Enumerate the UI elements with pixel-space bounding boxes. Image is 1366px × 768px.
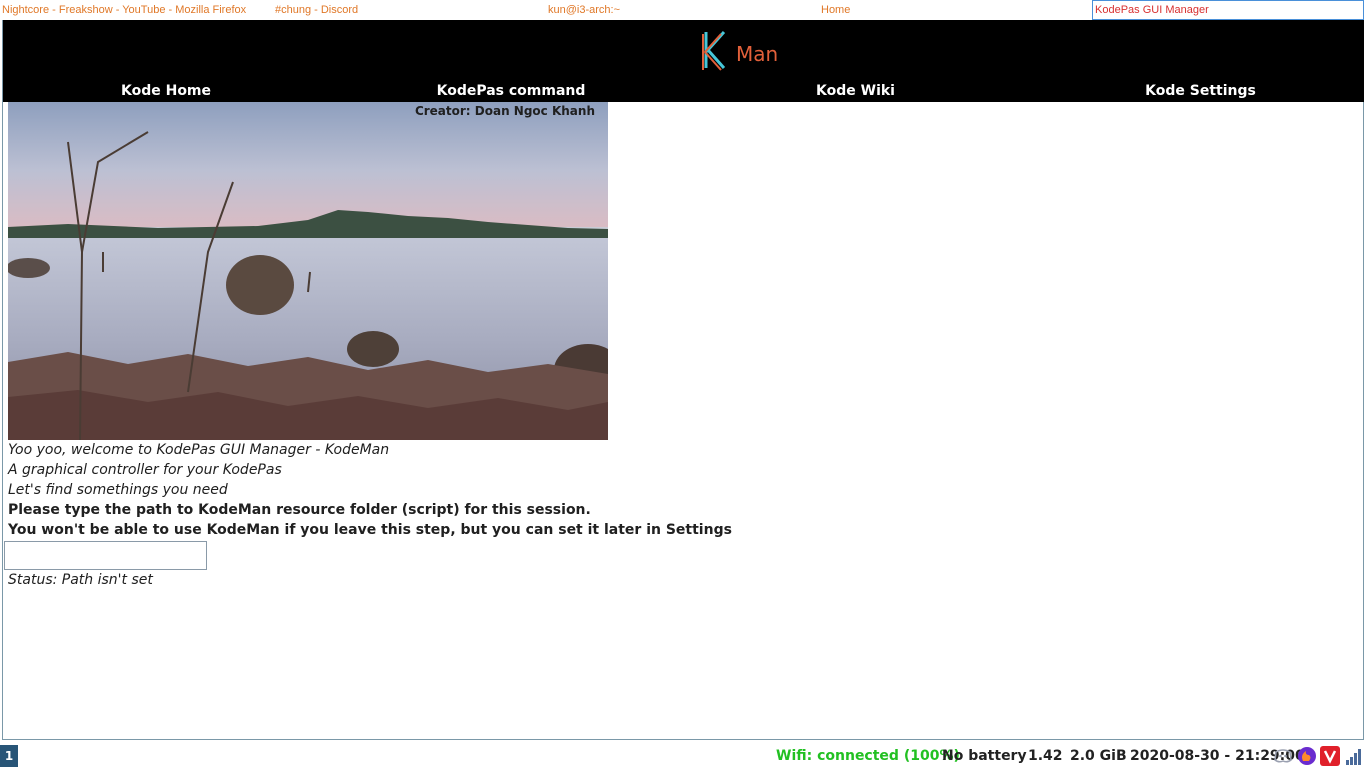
path-warning: You won't be able to use KodeMan if you … — [8, 522, 732, 538]
nav-kode-settings[interactable]: Kode Settings — [1033, 80, 1366, 102]
window-tab-discord[interactable]: #chung - Discord — [273, 0, 545, 20]
hint-text: Let's find somethings you need — [8, 482, 228, 498]
memory-usage: 2.0 GiB — [1070, 748, 1127, 764]
window-tab-kodeman[interactable]: KodePas GUI Manager — [1092, 0, 1364, 20]
workspace-button[interactable]: 1 — [0, 745, 18, 767]
status-bar: 1 Wifi: connected (100%) No battery 1.42… — [0, 744, 1366, 768]
window-title-bar: Nightcore - Freakshow - YouTube - Mozill… — [0, 0, 1366, 20]
load-average: 1.42 — [1028, 748, 1063, 764]
window-tab-terminal[interactable]: kun@i3-arch:~ — [546, 0, 818, 20]
resource-path-input[interactable] — [4, 541, 207, 570]
window-tab-home[interactable]: Home — [819, 0, 1091, 20]
window-tab-firefox[interactable]: Nightcore - Freakshow - YouTube - Mozill… — [0, 0, 272, 20]
discord-icon[interactable] — [1273, 746, 1293, 766]
nav-kode-wiki[interactable]: Kode Wiki — [683, 80, 1028, 102]
nav-kodepas-command[interactable]: KodePas command — [343, 80, 679, 102]
signal-bars-icon — [1346, 749, 1361, 765]
path-instruction: Please type the path to KodeMan resource… — [8, 502, 591, 518]
vivaldi-icon[interactable] — [1320, 746, 1340, 766]
firefox-icon[interactable] — [1297, 746, 1317, 766]
app-header: Man Kode Home KodePas command Kode Wiki … — [3, 20, 1364, 102]
creator-caption: Creator: Doan Ngoc Khanh — [414, 104, 595, 118]
kodeman-window: Man Kode Home KodePas command Kode Wiki … — [2, 20, 1364, 740]
subtitle-text: A graphical controller for your KodePas — [8, 462, 282, 478]
logo-text: Man — [736, 42, 779, 66]
banner-image: Creator: Doan Ngoc Khanh — [8, 102, 608, 440]
battery-status: No battery — [942, 748, 1027, 764]
welcome-text: Yoo yoo, welcome to KodePas GUI Manager … — [8, 442, 390, 458]
wifi-status: Wifi: connected (100%) — [776, 748, 960, 764]
status-text: Status: Path isn't set — [8, 572, 153, 588]
nav-kode-home[interactable]: Kode Home — [3, 80, 329, 102]
